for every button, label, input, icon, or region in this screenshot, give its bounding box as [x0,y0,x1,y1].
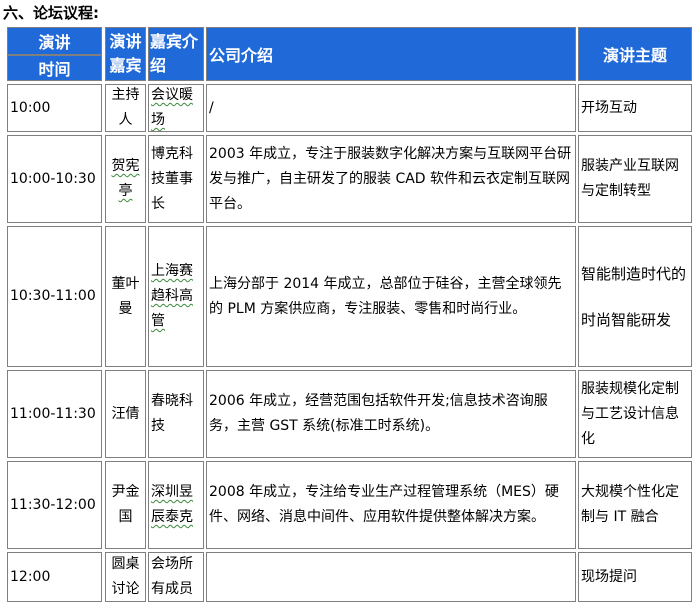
row-3-company: 上海分部于 2014 年成立，总部位于硅谷，主营全球领先的 PLM 方案供应商，… [206,226,576,367]
row-2-time: 10:00-10:30 [7,135,102,223]
row-2-intro: 博克科技董事长 [148,135,204,223]
row-1-company: / [206,84,576,132]
row-2-speaker: 贺宪亭 [105,135,146,223]
row-5-speaker: 尹金国 [105,461,146,549]
header-time-bottom: 时间 [7,55,102,81]
row-3-topic: 智能制造时代的时尚智能研发 [578,226,692,367]
row-5-time: 11:30-12:00 [7,461,102,549]
row-6-company [206,552,576,602]
row-5-company: 2008 年成立，专注给专业生产过程管理系统（MES）硬件、网络、消息中间件、应… [206,461,576,549]
row-2-topic: 服装产业互联网与定制转型 [578,135,692,223]
header-speech-topic: 演讲主题 [578,27,692,81]
row-5-topic: 大规模个性化定制与 IT 融合 [578,461,692,549]
row-1-topic: 开场互动 [578,84,692,132]
row-4-topic: 服装规模化定制与工艺设计信息化 [578,370,692,458]
row-6-topic: 现场提问 [578,552,692,602]
row-6-intro: 会场所有成员 [148,552,204,602]
row-4-intro: 春晓科技 [148,370,204,458]
row-2-company: 2003 年成立，专注于服装数字化解决方案与互联网平台研发与推广，自主研发了的服… [206,135,576,223]
header-speaker: 演讲嘉宾 [105,27,146,81]
row-6-time: 12:00 [7,552,102,602]
section-title: 六、论坛议程: [3,4,99,22]
row-6-speaker: 圆桌讨论 [105,552,146,602]
row-3-speaker: 董叶曼 [105,226,146,367]
row-3-intro: 上海赛趋科高管 [148,226,204,367]
row-1-intro: 会议暖场 [148,84,204,132]
row-4-speaker: 汪倩 [105,370,146,458]
header-company-intro: 公司介绍 [206,27,576,81]
header-guest-intro: 嘉宾介绍 [148,27,204,81]
row-4-time: 11:00-11:30 [7,370,102,458]
row-1-speaker: 主持人 [105,84,146,132]
header-time-top: 演讲 [7,27,102,55]
row-3-time: 10:30-11:00 [7,226,102,367]
row-5-intro: 深圳昱辰泰克 [148,461,204,549]
row-4-company: 2006 年成立，经营范围包括软件开发;信息技术咨询服务，主营 GST 系统(标… [206,370,576,458]
row-1-time: 10:00 [7,84,102,132]
